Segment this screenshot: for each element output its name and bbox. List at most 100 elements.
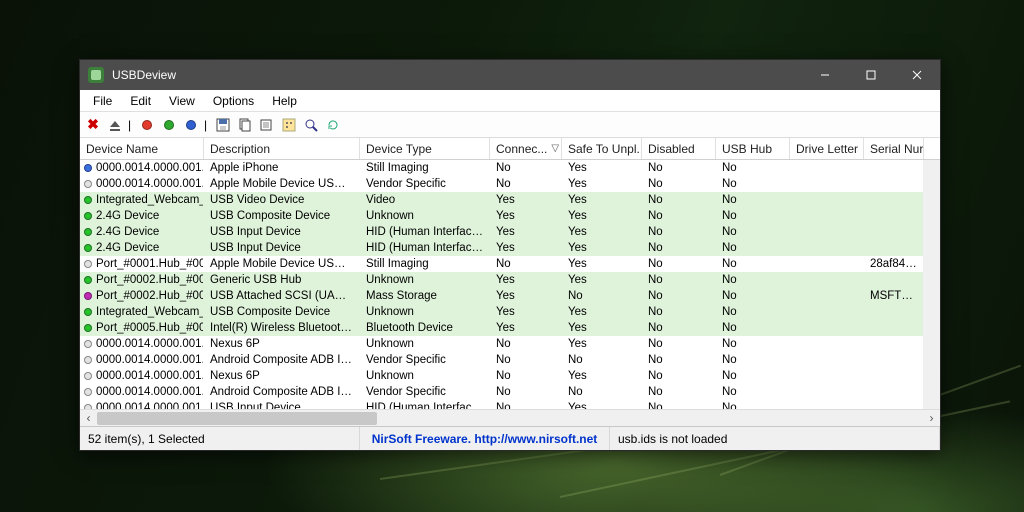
menu-edit[interactable]: Edit <box>121 92 160 110</box>
cell-device-name: 0000.0014.0000.001.00... <box>80 354 204 366</box>
cell: Nexus 6P <box>204 370 360 382</box>
cell: Yes <box>490 306 562 318</box>
window-title: USBDeview <box>112 68 176 82</box>
toolbar: ✖ | | <box>80 112 940 138</box>
table-row[interactable]: Integrated_Webcam_...USB Video DeviceVid… <box>80 192 940 208</box>
options-icon[interactable] <box>280 116 298 134</box>
scroll-thumb[interactable] <box>97 412 377 425</box>
close-button[interactable] <box>894 60 940 90</box>
minimize-button[interactable] <box>802 60 848 90</box>
status-extra: usb.ids is not loaded <box>610 427 940 450</box>
table-row[interactable]: Port_#0002.Hub_#0002USB Attached SCSI (U… <box>80 288 940 304</box>
cell: Video <box>360 194 490 206</box>
col-description[interactable]: Description <box>204 138 360 159</box>
cell: No <box>716 322 790 334</box>
cell: No <box>716 226 790 238</box>
cell: No <box>562 386 642 398</box>
cell: Yes <box>490 226 562 238</box>
col-disabled[interactable]: Disabled <box>642 138 716 159</box>
status-dot-icon <box>84 196 92 204</box>
cell: Yes <box>562 306 642 318</box>
delete-icon[interactable]: ✖ <box>84 116 102 134</box>
cell: No <box>490 178 562 190</box>
table-row[interactable]: 0000.0014.0000.001.00...Android Composit… <box>80 352 940 368</box>
status-red-icon[interactable] <box>138 116 156 134</box>
cell: Apple iPhone <box>204 162 360 174</box>
cell: USB Composite Device <box>204 210 360 222</box>
cell: Yes <box>490 210 562 222</box>
col-device-name[interactable]: Device Name <box>80 138 204 159</box>
col-device-type[interactable]: Device Type <box>360 138 490 159</box>
menu-bar: File Edit View Options Help <box>80 90 940 112</box>
cell: No <box>642 210 716 222</box>
eject-icon[interactable] <box>106 116 124 134</box>
table-row[interactable]: 0000.0014.0000.001.00...Android Composit… <box>80 384 940 400</box>
table-row[interactable]: Port_#0005.Hub_#0001Intel(R) Wireless Bl… <box>80 320 940 336</box>
table-row[interactable]: 2.4G DeviceUSB Composite DeviceUnknownYe… <box>80 208 940 224</box>
col-usb-hub[interactable]: USB Hub <box>716 138 790 159</box>
cell-device-name: 2.4G Device <box>80 210 204 222</box>
copy-icon[interactable] <box>236 116 254 134</box>
col-connected[interactable]: Connec...▽ <box>490 138 562 159</box>
cell: No <box>642 322 716 334</box>
save-icon[interactable] <box>214 116 232 134</box>
status-dot-icon <box>84 324 92 332</box>
menu-options[interactable]: Options <box>204 92 263 110</box>
find-icon[interactable] <box>302 116 320 134</box>
menu-file[interactable]: File <box>84 92 121 110</box>
maximize-button[interactable] <box>848 60 894 90</box>
cell: No <box>642 370 716 382</box>
col-drive-letter[interactable]: Drive Letter <box>790 138 864 159</box>
table-row[interactable]: 0000.0014.0000.001.00...Apple Mobile Dev… <box>80 176 940 192</box>
properties-icon[interactable] <box>258 116 276 134</box>
table-row[interactable]: 2.4G DeviceUSB Input DeviceHID (Human In… <box>80 224 940 240</box>
cell: USB Input Device <box>204 242 360 254</box>
grid-rows[interactable]: 0000.0014.0000.001.00...Apple iPhoneStil… <box>80 160 940 409</box>
status-dot-icon <box>84 356 92 364</box>
scroll-track[interactable] <box>97 410 923 427</box>
table-row[interactable]: 0000.0014.0000.001.00...Nexus 6PUnknownN… <box>80 336 940 352</box>
table-row[interactable]: 0000.0014.0000.001.00...Apple iPhoneStil… <box>80 160 940 176</box>
cell: No <box>642 258 716 270</box>
cell: Apple Mobile Device USB Devi... <box>204 178 360 190</box>
status-dot-icon <box>84 212 92 220</box>
vertical-scrollbar[interactable] <box>923 160 940 409</box>
status-link[interactable]: NirSoft Freeware. http://www.nirsoft.net <box>360 427 610 450</box>
cell: Apple Mobile Device USB Co... <box>204 258 360 270</box>
scroll-right-icon[interactable]: › <box>923 410 940 427</box>
horizontal-scrollbar[interactable]: ‹ › <box>80 409 940 426</box>
cell: No <box>642 178 716 190</box>
cell: No <box>642 194 716 206</box>
cell: Vendor Specific <box>360 178 490 190</box>
menu-help[interactable]: Help <box>263 92 306 110</box>
table-row[interactable]: 2.4G DeviceUSB Input DeviceHID (Human In… <box>80 240 940 256</box>
cell-device-name: 2.4G Device <box>80 226 204 238</box>
cell: MSFT30N <box>864 290 924 302</box>
cell: No <box>716 386 790 398</box>
desktop-background: USBDeview File Edit View Options Help ✖ … <box>0 0 1024 512</box>
cell-device-name: Port_#0001.Hub_#0001 <box>80 258 204 270</box>
cell-device-name: Integrated_Webcam_... <box>80 306 204 318</box>
status-blue-icon[interactable] <box>182 116 200 134</box>
col-safe-to-unplug[interactable]: Safe To Unpl... <box>562 138 642 159</box>
table-row[interactable]: Port_#0001.Hub_#0001Apple Mobile Device … <box>80 256 940 272</box>
cell: Android Composite ADB Inter... <box>204 386 360 398</box>
grid-header: Device Name Description Device Type Conn… <box>80 138 940 160</box>
cell-device-name: Port_#0002.Hub_#0001 <box>80 274 204 286</box>
cell: Yes <box>562 322 642 334</box>
table-row[interactable]: 0000.0014.0000.001.00...Nexus 6PUnknownN… <box>80 368 940 384</box>
menu-view[interactable]: View <box>160 92 204 110</box>
table-row[interactable]: Integrated_Webcam_...USB Composite Devic… <box>80 304 940 320</box>
scroll-left-icon[interactable]: ‹ <box>80 410 97 427</box>
status-count: 52 item(s), 1 Selected <box>80 427 360 450</box>
status-dot-icon <box>84 260 92 268</box>
cell: No <box>490 162 562 174</box>
table-row[interactable]: 0000.0014.0000.001.00...USB Input Device… <box>80 400 940 409</box>
col-serial-number[interactable]: Serial Nur˄ <box>864 138 924 159</box>
cell: HID (Human Interface D... <box>360 402 490 409</box>
table-row[interactable]: Port_#0002.Hub_#0001Generic USB HubUnkno… <box>80 272 940 288</box>
status-green-icon[interactable] <box>160 116 178 134</box>
refresh-icon[interactable] <box>324 116 342 134</box>
cell: Yes <box>490 194 562 206</box>
titlebar[interactable]: USBDeview <box>80 60 940 90</box>
